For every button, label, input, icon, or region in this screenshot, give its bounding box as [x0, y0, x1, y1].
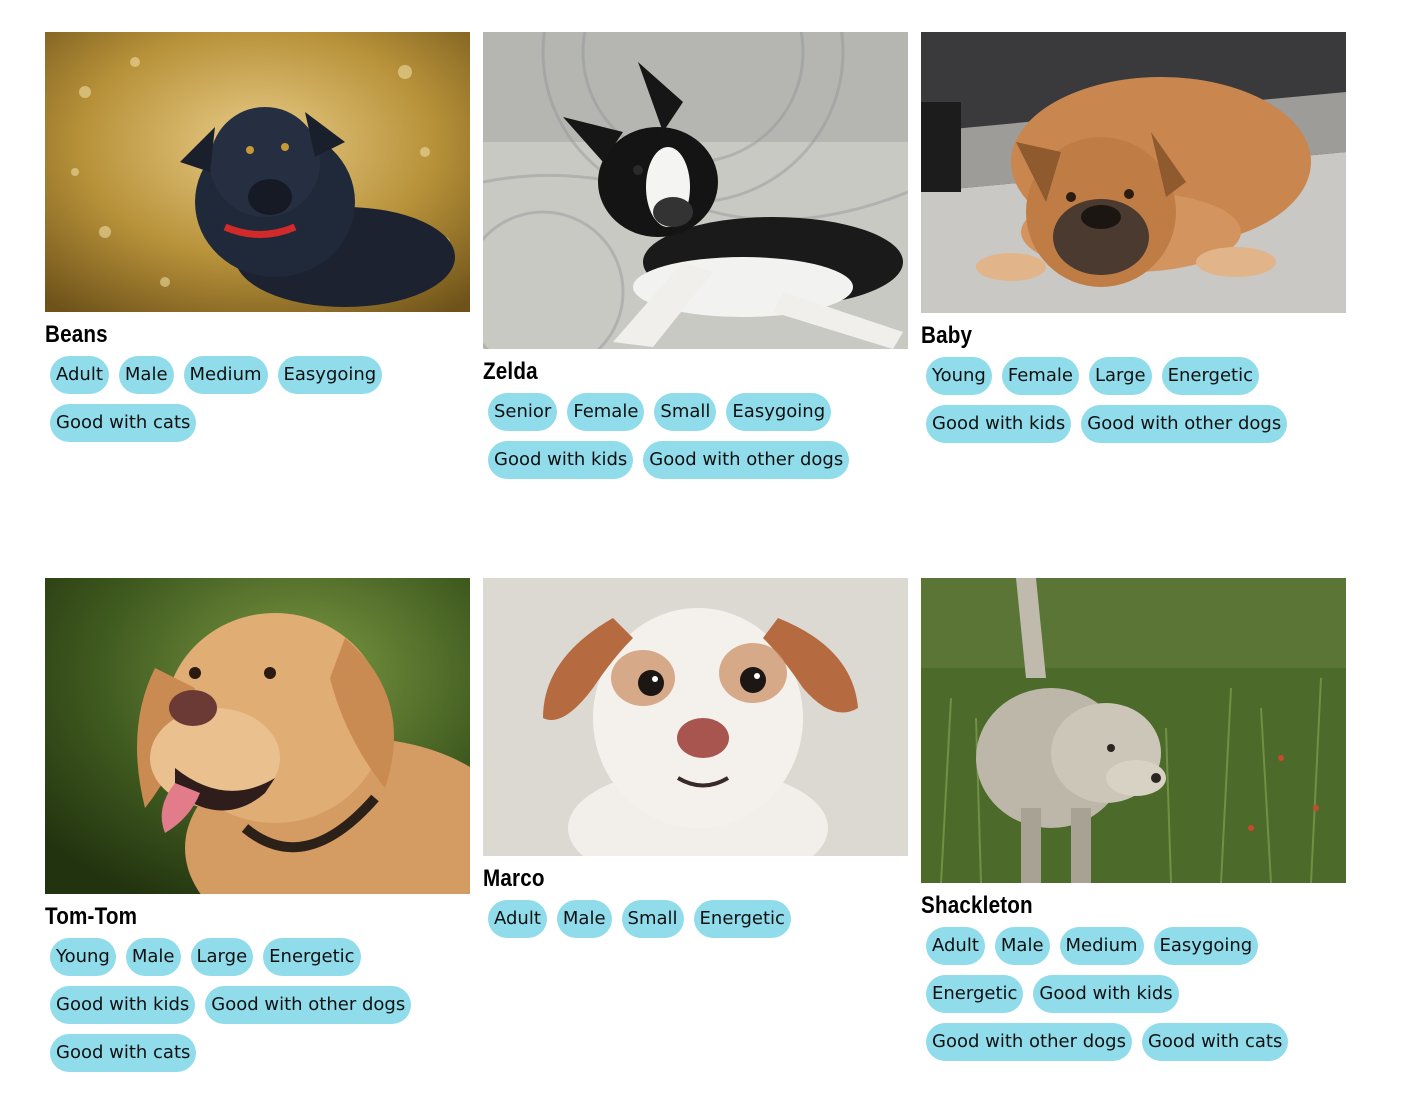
dog-name: Baby [921, 322, 973, 349]
tag-good-with: Good with other dogs [205, 986, 412, 1024]
tag-list: Senior Female Small Easygoing Good with … [483, 393, 908, 479]
tag-age: Young [50, 938, 116, 976]
tag-good-with: Good with kids [1033, 975, 1179, 1013]
tag-temperament: Energetic [693, 900, 791, 938]
dog-photo-baby[interactable] [921, 32, 1346, 313]
tag-good-with: Good with cats [1141, 1023, 1289, 1061]
tag-temperament: Easygoing [1153, 927, 1259, 965]
dog-grid: Beans Adult Male Medium Easygoing Good w… [0, 0, 1412, 1094]
dog-photo-beans[interactable] [45, 32, 470, 312]
tag-age: Adult [926, 927, 985, 965]
tag-temperament: Easygoing [277, 356, 383, 394]
tag-list: Young Female Large Energetic Good with k… [921, 357, 1346, 443]
dog-name: Tom-Tom [45, 903, 138, 930]
tag-age: Adult [50, 356, 109, 394]
dog-card-tom-tom[interactable]: Tom-Tom Young Male Large Energetic Good … [45, 578, 470, 1072]
dog-card-zelda[interactable]: Zelda Senior Female Small Easygoing Good… [483, 32, 908, 479]
tag-size: Large [190, 938, 254, 976]
dog-card-baby[interactable]: Baby Young Female Large Energetic Good w… [921, 32, 1346, 443]
tag-sex: Male [556, 900, 612, 938]
tag-temperament: Energetic [926, 975, 1024, 1013]
tag-good-with: Good with kids [926, 405, 1072, 443]
dog-card-marco[interactable]: Marco Adult Male Small Energetic [483, 578, 908, 938]
tag-good-with: Good with other dogs [1081, 405, 1288, 443]
tag-size: Medium [183, 356, 268, 394]
tag-sex: Male [118, 356, 174, 394]
tag-sex: Female [1001, 357, 1079, 395]
tag-good-with: Good with kids [488, 441, 634, 479]
tag-age: Adult [488, 900, 547, 938]
tag-sex: Male [994, 927, 1050, 965]
tag-sex: Female [567, 393, 645, 431]
tag-size: Small [621, 900, 684, 938]
tag-good-with: Good with cats [50, 404, 197, 442]
tag-list: Adult Male Small Energetic [483, 900, 908, 938]
dog-card-shackleton[interactable]: Shackleton Adult Male Medium Easygoing E… [921, 578, 1346, 1061]
tag-size: Medium [1059, 927, 1144, 965]
tag-list: Adult Male Medium Easygoing Good with ca… [45, 356, 470, 442]
tag-age: Young [926, 357, 992, 395]
dog-name: Marco [483, 865, 545, 892]
tag-good-with: Good with other dogs [643, 441, 850, 479]
tag-good-with: Good with cats [50, 1034, 197, 1072]
tag-temperament: Energetic [263, 938, 361, 976]
dog-photo-marco[interactable] [483, 578, 908, 856]
tag-list: Young Male Large Energetic Good with kid… [45, 938, 470, 1072]
dog-name: Shackleton [921, 892, 1033, 919]
tag-temperament: Easygoing [726, 393, 832, 431]
dog-photo-shackleton[interactable] [921, 578, 1346, 883]
dog-photo-tom-tom[interactable] [45, 578, 470, 894]
tag-age: Senior [488, 393, 558, 431]
tag-temperament: Energetic [1161, 357, 1260, 395]
tag-size: Large [1088, 357, 1152, 395]
tag-good-with: Good with other dogs [926, 1023, 1132, 1061]
tag-size: Small [654, 393, 717, 431]
dog-name: Beans [45, 321, 108, 348]
dog-card-beans[interactable]: Beans Adult Male Medium Easygoing Good w… [45, 32, 470, 442]
tag-sex: Male [125, 938, 181, 976]
dog-photo-zelda[interactable] [483, 32, 908, 349]
dog-name: Zelda [483, 358, 538, 385]
tag-good-with: Good with kids [50, 986, 196, 1024]
tag-list: Adult Male Medium Easygoing Energetic Go… [921, 927, 1346, 1061]
